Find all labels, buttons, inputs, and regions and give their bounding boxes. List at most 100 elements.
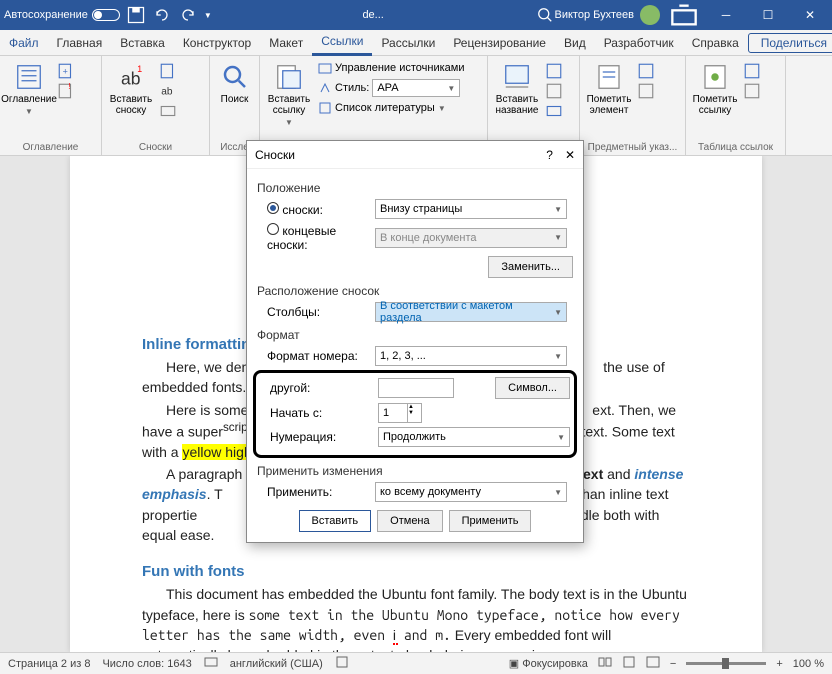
- applyto-select[interactable]: ко всему документу▼: [375, 482, 567, 502]
- caption-label: Вставить название: [494, 94, 540, 116]
- update-tof-icon[interactable]: [544, 82, 564, 100]
- menu-help[interactable]: Справка: [683, 30, 748, 56]
- applyto-label: Применить:: [257, 485, 369, 499]
- view-print-icon[interactable]: [622, 655, 636, 672]
- zoom-in-icon[interactable]: +: [776, 658, 782, 670]
- section-format: Формат: [257, 328, 573, 342]
- doc-title: de...: [212, 9, 535, 21]
- apply-button[interactable]: Применить: [449, 510, 532, 532]
- cancel-button[interactable]: Отмена: [377, 510, 442, 532]
- group-footnotes: Сноски: [102, 142, 209, 153]
- mark-citation-button[interactable]: Пометить ссылку: [692, 58, 738, 153]
- autosave-toggle[interactable]: [92, 9, 120, 21]
- menu-design[interactable]: Конструктор: [174, 30, 260, 56]
- menu-home[interactable]: Главная: [48, 30, 112, 56]
- section-layout: Расположение сносок: [257, 284, 573, 298]
- zoom-out-icon[interactable]: −: [670, 658, 676, 670]
- show-notes-icon[interactable]: [158, 102, 178, 120]
- view-read-icon[interactable]: [598, 655, 612, 672]
- zoom-slider[interactable]: [686, 662, 766, 665]
- manage-sources[interactable]: Управление источниками: [316, 60, 466, 76]
- view-web-icon[interactable]: [646, 655, 660, 672]
- svg-text:1: 1: [137, 64, 142, 74]
- body-text-2: This document has embedded the Ubuntu fo…: [142, 584, 690, 652]
- heading-fonts: Fun with fonts: [142, 563, 690, 580]
- toc-button[interactable]: Оглавление ▼: [6, 58, 52, 153]
- help-icon[interactable]: ?: [546, 148, 553, 162]
- dialog-title: Сноски: [255, 148, 295, 162]
- save-icon[interactable]: [126, 5, 146, 25]
- ribbon-options-icon[interactable]: [666, 1, 702, 29]
- mark-citation-label: Пометить ссылку: [692, 94, 738, 116]
- mark-entry-button[interactable]: Пометить элемент: [586, 58, 632, 153]
- word-count[interactable]: Число слов: 1643: [102, 658, 191, 670]
- zoom-level[interactable]: 100 %: [793, 658, 824, 670]
- other-input[interactable]: [378, 378, 454, 398]
- autosave[interactable]: Автосохранение: [4, 9, 120, 21]
- change-button[interactable]: Заменить...: [488, 256, 573, 278]
- insert-citation-button[interactable]: Вставить ссылку ▼: [266, 58, 312, 153]
- numbering-value: Продолжить: [383, 431, 446, 443]
- sources-label: Управление источниками: [335, 62, 464, 74]
- columns-label: Столбцы:: [257, 305, 369, 319]
- redo-icon[interactable]: [178, 5, 198, 25]
- update-index-icon[interactable]: [636, 82, 656, 100]
- menu-insert[interactable]: Вставка: [111, 30, 174, 56]
- bibliography[interactable]: Список литературы ▼: [316, 100, 466, 116]
- footnotes-select[interactable]: Внизу страницы▼: [375, 199, 567, 219]
- insert-tof-icon[interactable]: [544, 62, 564, 80]
- avatar[interactable]: [640, 5, 660, 25]
- undo-icon[interactable]: [152, 5, 172, 25]
- numformat-select[interactable]: 1, 2, 3, ...▼: [375, 346, 567, 366]
- next-footnote-icon[interactable]: ab: [158, 82, 178, 100]
- minimize-icon[interactable]: ─: [708, 1, 744, 29]
- insert-index-icon[interactable]: [636, 62, 656, 80]
- footnote-label: Вставить сноску: [108, 94, 154, 116]
- menu-view[interactable]: Вид: [555, 30, 595, 56]
- menu-layout[interactable]: Макет: [260, 30, 312, 56]
- symbol-button[interactable]: Символ...: [495, 377, 570, 399]
- language[interactable]: английский (США): [230, 658, 323, 670]
- group-toc: Оглавление: [0, 142, 101, 153]
- insert-caption-button[interactable]: Вставить название: [494, 58, 540, 153]
- accessibility-icon[interactable]: [335, 655, 349, 672]
- menu-developer[interactable]: Разработчик: [595, 30, 683, 56]
- search-titlebar-icon[interactable]: [535, 5, 555, 25]
- close-dialog-icon[interactable]: ✕: [565, 148, 575, 162]
- share-button[interactable]: Поделиться: [748, 33, 832, 53]
- menu-file[interactable]: Файл: [0, 30, 48, 56]
- menu-mailings[interactable]: Рассылки: [372, 30, 444, 56]
- columns-select[interactable]: В соответствии с макетом раздела▼: [375, 302, 567, 322]
- update-toc-icon[interactable]: !: [56, 82, 76, 100]
- numbering-select[interactable]: Продолжить▼: [378, 427, 570, 447]
- insert-button[interactable]: Вставить: [299, 510, 372, 532]
- page-indicator[interactable]: Страница 2 из 8: [8, 658, 90, 670]
- startat-spinner[interactable]: ▲▼: [378, 403, 422, 423]
- footnotes-radio[interactable]: [267, 202, 279, 214]
- style-select[interactable]: Стиль: APA▼: [316, 78, 466, 98]
- update-toa-icon[interactable]: [742, 82, 762, 100]
- endnotes-radio[interactable]: [267, 223, 279, 235]
- search-button[interactable]: Поиск: [216, 58, 253, 153]
- other-label: другой:: [260, 381, 372, 395]
- group-index: Предметный указ...: [580, 142, 685, 153]
- startat-value[interactable]: [379, 404, 407, 422]
- crossref-icon[interactable]: [544, 102, 564, 120]
- insert-footnote-button[interactable]: ab1 Вставить сноску: [108, 58, 154, 153]
- focus-label: Фокусировка: [522, 658, 588, 670]
- close-icon[interactable]: ✕: [792, 1, 828, 29]
- insert-toa-icon[interactable]: [742, 62, 762, 80]
- insert-endnote-icon[interactable]: [158, 62, 178, 80]
- autosave-label: Автосохранение: [4, 9, 88, 21]
- mark-citation-icon: [700, 62, 730, 92]
- menu-references[interactable]: Ссылки: [312, 30, 372, 56]
- numbering-label: Нумерация:: [260, 430, 372, 444]
- spelling-icon[interactable]: [204, 655, 218, 672]
- applyto-value: ко всему документу: [380, 486, 481, 498]
- maximize-icon[interactable]: ☐: [750, 1, 786, 29]
- add-text-icon[interactable]: +: [56, 62, 76, 80]
- menu-review[interactable]: Рецензирование: [444, 30, 555, 56]
- focus-mode[interactable]: ▣ Фокусировка: [509, 657, 588, 670]
- toc-label: Оглавление: [1, 94, 57, 105]
- highlighted-box: другой: Символ... Начать с: ▲▼ Нумерация…: [253, 370, 577, 458]
